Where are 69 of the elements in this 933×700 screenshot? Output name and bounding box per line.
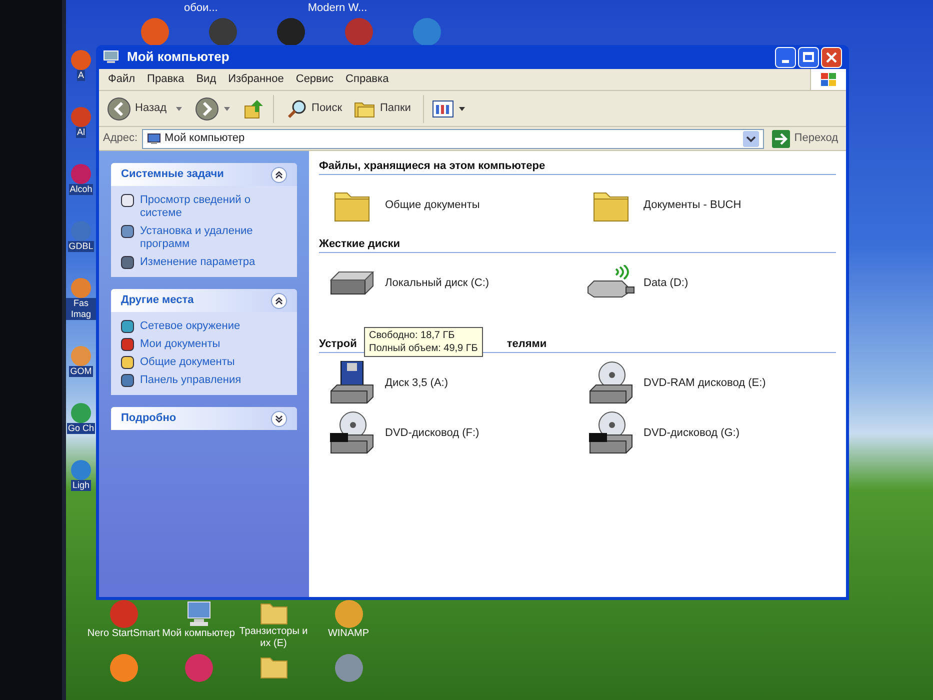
go-button[interactable]: Переход [768,130,842,148]
computer-icon [103,50,119,64]
menu-item[interactable]: Файл [103,71,140,88]
tooltip-line: Полный объем: 49,9 ГБ [369,342,478,355]
desktop-icon-label: A [76,70,85,81]
caret-icon[interactable] [458,106,466,112]
drive-label[interactable]: Документы - BUCH [644,196,742,214]
section-heading: Файлы, хранящиеся на этом компьютере [319,158,546,174]
menu-item[interactable]: Избранное [223,71,289,88]
collapse-icon[interactable] [271,292,287,308]
window-title: Мой компьютер [127,48,230,66]
drive-label[interactable]: DVD-дисковод (F:) [385,424,480,442]
search-icon [286,98,308,120]
drive-label[interactable]: Общие документы [385,196,480,214]
desktop-icon-label: GOM [69,366,93,377]
minimize-button[interactable] [775,46,796,68]
desktop-icon-label[interactable]: Nero StartSmart [87,628,160,640]
right-arrow-icon [772,130,790,148]
disc-drive-icon [588,361,634,405]
task-link[interactable]: Сетевое окружение [140,320,240,333]
section-heading: телями [506,336,547,352]
drive-label[interactable]: Data (D:) [644,274,688,292]
up-folder-icon[interactable] [242,98,265,120]
desktop-icon-label: Alcoh [68,184,94,195]
close-icon [826,52,837,62]
desktop-icon-label: GDBL [68,241,94,252]
expand-icon[interactable] [271,410,287,426]
dvd-drive-icon [588,411,634,455]
desktop-icon-label[interactable]: Мой компьютер [162,628,235,640]
drive-label[interactable]: Локальный диск (C:) [385,274,490,292]
computer-icon [146,132,161,144]
desktop-icon-label[interactable]: WINAMP [328,628,370,640]
dvd-drive-icon [329,411,375,455]
collapse-icon[interactable] [271,166,287,182]
tooltip-line: Свободно: 18,7 ГБ [369,329,456,342]
desktop-icon-label: Modern W... [308,1,368,16]
views-icon[interactable] [432,98,454,118]
drive-label[interactable]: DVD-RAM дисковод (E:) [644,374,766,392]
close-button[interactable] [821,46,842,68]
task-link[interactable]: Мои документы [140,338,220,351]
floppy-drive-icon [329,361,375,405]
task-link[interactable]: Установка и удаление программ [140,225,287,251]
address-label: Адрес: [103,131,138,146]
desktop-icon-label[interactable]: Транзисторы и их (E) [236,626,311,650]
desktop-icon-label: Go Ch [66,423,95,434]
address-field[interactable]: Мой компьютер [142,128,764,148]
desktop-icon-label: обои... [184,1,218,16]
task-link[interactable]: Общие документы [140,356,235,369]
hard-drive-icon [329,270,375,296]
menu-item[interactable]: Правка [142,71,190,88]
desktop-icon-label: Fas Imag [66,298,96,320]
task-link[interactable]: Изменение параметра [140,256,256,269]
task-link[interactable]: Просмотр сведений о системе [140,194,287,220]
menu-item[interactable]: Сервис [290,71,339,88]
section-heading: Устрой [319,336,357,352]
desktop-icon-label: Al [76,127,86,138]
task-link[interactable]: Панель управления [140,374,242,387]
maximize-button[interactable] [798,46,819,68]
drive-label[interactable]: DVD-дисковод (G:) [644,424,740,442]
drive-label[interactable]: Диск 3,5 (A:) [385,374,448,392]
desktop-icon-label: Ligh [71,480,90,491]
windows-logo-icon [820,72,838,88]
back-button[interactable]: Назад [103,96,171,120]
menu-item[interactable]: Справка [340,71,394,88]
menu-item[interactable]: Вид [191,71,222,88]
section-heading: Жесткие диски [319,236,400,252]
dropdown-icon[interactable] [743,130,760,146]
search-button[interactable]: Поиск [282,98,346,120]
folders-button[interactable]: Папки [350,98,415,118]
